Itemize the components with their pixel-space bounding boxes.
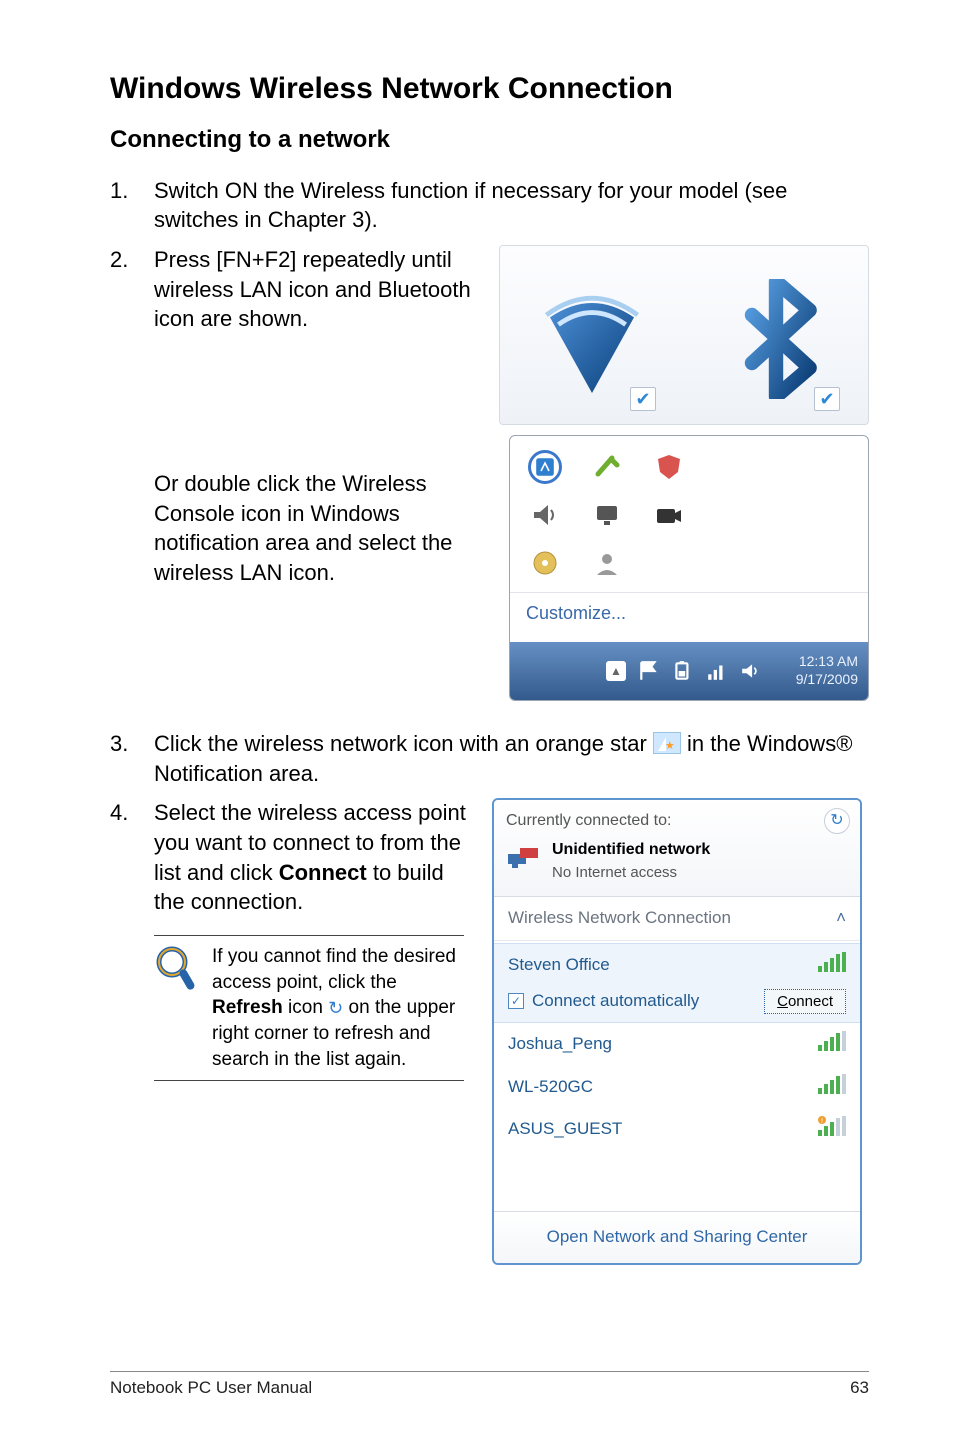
footer-page-number: 63	[850, 1378, 869, 1398]
bluetooth-icon: ✔	[706, 269, 846, 409]
user-icon[interactable]	[590, 546, 624, 580]
wireless-star-icon	[653, 732, 681, 754]
volume-icon[interactable]	[528, 498, 562, 532]
open-network-sharing-link[interactable]: Open Network and Sharing Center	[547, 1227, 808, 1246]
network-name: ASUS_GUEST	[508, 1118, 622, 1141]
note-box: If you cannot find the desired access po…	[154, 935, 464, 1081]
connect-auto-label: Connect automatically	[532, 990, 699, 1013]
network-name: WL-520GC	[508, 1076, 593, 1099]
flyout-wnc-label: Wireless Network Connection	[508, 907, 731, 930]
flyout-unet-title: Unidentified network	[552, 841, 710, 858]
connect-button[interactable]: Connect	[764, 989, 846, 1014]
step-1-number: 1.	[110, 176, 128, 206]
flyout-currently-label: Currently connected to:	[506, 810, 848, 832]
flag-icon[interactable]	[638, 660, 660, 682]
network-name: Steven Office	[508, 954, 610, 977]
connect-automatically-checkbox[interactable]: ✓ Connect automatically	[508, 990, 699, 1013]
wireless-console-icon[interactable]	[528, 450, 562, 484]
battery-icon[interactable]	[672, 660, 694, 682]
network-item[interactable]: Joshua_Peng	[494, 1023, 860, 1066]
step-2: 2. Press [FN+F2] repeatedly until wirele…	[110, 245, 869, 425]
checkmark-icon: ✔	[814, 387, 840, 411]
step-4-number: 4.	[110, 798, 128, 828]
flyout-unet-sub: No Internet access	[552, 864, 677, 881]
signal-icon	[818, 1074, 846, 1101]
footer-left: Notebook PC User Manual	[110, 1378, 312, 1398]
flyout-wnc-header[interactable]: Wireless Network Connection ˄	[494, 897, 860, 941]
customize-link[interactable]: Customize...	[526, 603, 626, 623]
security-shield-icon[interactable]	[652, 450, 686, 484]
connect-button-rest: onnect	[788, 993, 833, 1010]
network-signal-icon[interactable]	[706, 660, 728, 682]
network-monitor-icon[interactable]	[590, 498, 624, 532]
disc-icon[interactable]	[528, 546, 562, 580]
notification-tray-popup: Customize... ▲ 12:13 AM 9/17/2009	[509, 435, 869, 701]
step-4-bold: Connect	[279, 860, 367, 885]
flyout-network-list: Steven Office ✓ Connect automatically	[494, 941, 860, 1212]
note-pre: If you cannot find the desired access po…	[212, 946, 456, 993]
taskbar: ▲ 12:13 AM 9/17/2009	[510, 642, 868, 700]
signal-icon	[818, 952, 846, 979]
subsection-title: Connecting to a network	[110, 126, 869, 154]
step-3-number: 3.	[110, 729, 128, 759]
camera-icon[interactable]	[652, 498, 686, 532]
section-title: Windows Wireless Network Connection	[110, 70, 869, 108]
magnifier-icon	[154, 944, 198, 1072]
step-2-text: Press [FN+F2] repeatedly until wireless …	[154, 247, 471, 331]
step-1-text: Switch ON the Wireless function if neces…	[154, 178, 787, 233]
step-3-text-pre: Click the wireless network icon with an …	[154, 731, 653, 756]
step-1: 1. Switch ON the Wireless function if ne…	[110, 176, 869, 235]
svg-text:!: !	[821, 1118, 823, 1125]
chevron-up-icon: ˄	[836, 907, 846, 930]
signal-icon: !	[818, 1116, 846, 1143]
network-item-selected[interactable]: Steven Office ✓ Connect automatically	[494, 943, 860, 1023]
network-device-icon	[506, 842, 542, 879]
network-name: Joshua_Peng	[508, 1033, 612, 1056]
note-bold: Refresh	[212, 997, 283, 1018]
network-flyout: Currently connected to: Unidentified net…	[492, 798, 862, 1265]
refresh-icon: ↻	[328, 996, 343, 1020]
wifi-icon: ✔	[522, 269, 662, 409]
taskbar-date: 9/17/2009	[796, 671, 858, 689]
step-4: 4. Select the wireless access point you …	[110, 798, 869, 1265]
page-footer: Notebook PC User Manual 63	[110, 1371, 869, 1398]
note-mid: icon	[283, 997, 328, 1018]
step-3: 3. Click the wireless network icon with …	[110, 729, 869, 788]
tray-chevron-icon[interactable]: ▲	[606, 661, 626, 681]
pen-tablet-icon[interactable]	[590, 450, 624, 484]
network-item[interactable]: ASUS_GUEST !	[494, 1108, 860, 1151]
speaker-icon[interactable]	[740, 660, 762, 682]
network-item[interactable]: WL-520GC	[494, 1066, 860, 1109]
taskbar-clock[interactable]: 12:13 AM 9/17/2009	[796, 653, 858, 688]
checkmark-icon: ✔	[630, 387, 656, 411]
step-2-alt-text: Or double click the Wireless Console ico…	[110, 469, 473, 588]
taskbar-time: 12:13 AM	[796, 653, 858, 671]
wlan-bt-icons-panel: ✔	[499, 245, 869, 425]
step-2-number: 2.	[110, 245, 128, 275]
signal-icon	[818, 1031, 846, 1058]
